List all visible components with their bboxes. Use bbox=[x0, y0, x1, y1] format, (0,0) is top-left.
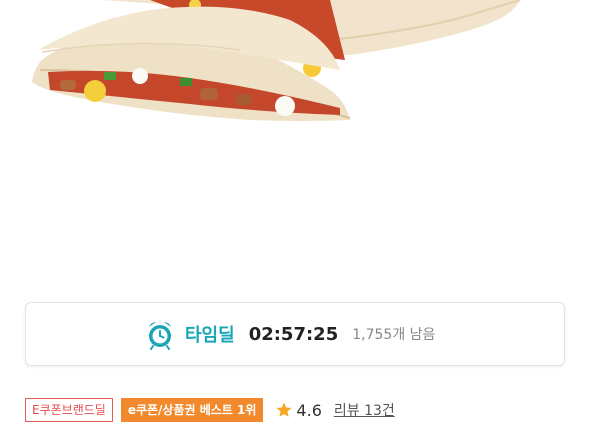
timedeal-countdown: 02:57:25 bbox=[248, 323, 339, 345]
star-icon bbox=[275, 401, 293, 419]
product-detail-page: 타임딜 02:57:25 1,755개 남음 E쿠폰브랜드딜 e쿠폰/상품권 베… bbox=[0, 0, 590, 443]
timedeal-label: 타임딜 bbox=[185, 325, 235, 346]
timedeal-content: 타임딜 02:57:25 1,755개 남음 bbox=[145, 303, 435, 365]
timedeal-stock-remaining: 1,755개 남음 bbox=[352, 327, 436, 343]
alarm-clock-icon bbox=[145, 318, 175, 350]
product-badges-row: E쿠폰브랜드딜 e쿠폰/상품권 베스트 1위 4.6 리뷰 13건 bbox=[25, 397, 395, 423]
timedeal-bar: 타임딜 02:57:25 1,755개 남음 bbox=[25, 302, 565, 366]
rating-score: 4.6 bbox=[296, 400, 322, 420]
best-rank-badge[interactable]: e쿠폰/상품권 베스트 1위 bbox=[120, 398, 264, 422]
product-image bbox=[0, 0, 590, 130]
brand-deal-badge: E쿠폰브랜드딜 bbox=[25, 398, 113, 422]
review-count-link[interactable]: 리뷰 13건 bbox=[334, 400, 395, 420]
